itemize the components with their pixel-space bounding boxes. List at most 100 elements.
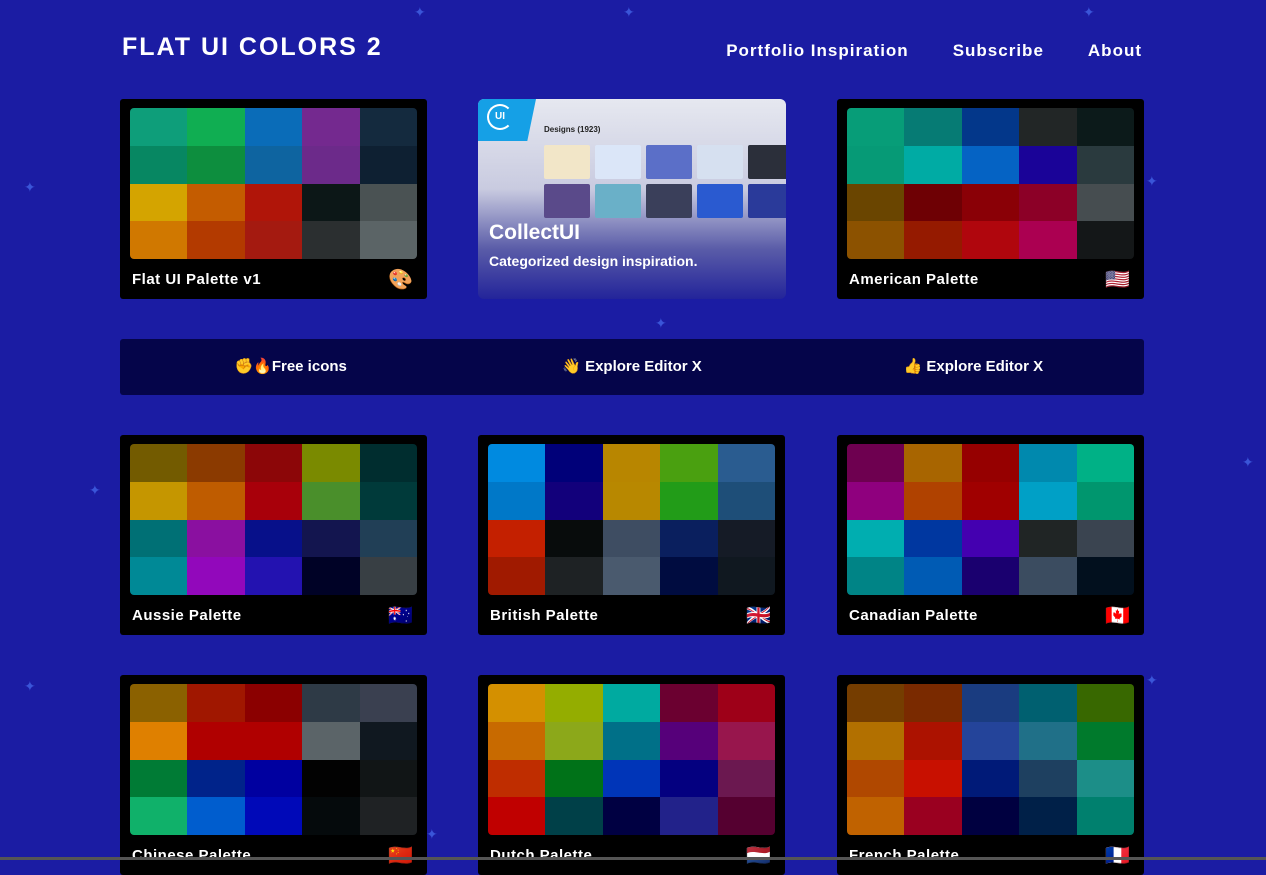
color-swatch: [961, 797, 1020, 835]
color-swatch: [130, 797, 188, 835]
color-swatch: [302, 183, 360, 222]
nav-about[interactable]: About: [1088, 41, 1142, 61]
palette-card[interactable]: Flat UI Palette v1 🎨: [120, 99, 427, 299]
color-swatch: [187, 481, 245, 520]
main-nav: Portfolio Inspiration Subscribe About: [726, 41, 1142, 61]
color-swatch: [359, 444, 417, 482]
nav-portfolio-inspiration[interactable]: Portfolio Inspiration: [726, 41, 909, 61]
color-swatch: [904, 183, 962, 222]
color-swatch: [717, 519, 775, 558]
ad-thumbnails: [544, 145, 786, 218]
star-decoration-icon: ✦: [89, 482, 101, 498]
color-swatch: [244, 183, 303, 222]
collectui-ad[interactable]: UI Designs (1923) CollectUI Categorized …: [478, 99, 786, 299]
color-swatch: [1019, 145, 1077, 184]
banner-link-editor-x[interactable]: 👋 Explore Editor X: [461, 339, 802, 395]
color-swatch: [1076, 481, 1134, 520]
palette-card[interactable]: British Palette 🇬🇧: [478, 435, 785, 635]
palette-swatches: [847, 108, 1134, 259]
palette-card[interactable]: Chinese Palette 🇨🇳: [120, 675, 427, 875]
palette-swatches: [130, 444, 417, 595]
color-swatch: [130, 519, 188, 558]
palette-flag-icon: 🇬🇧: [746, 605, 771, 627]
color-swatch: [1076, 444, 1134, 482]
ad-title: CollectUI: [489, 221, 581, 244]
star-decoration-icon: ✦: [1146, 672, 1158, 688]
color-swatch: [130, 684, 188, 722]
color-swatch: [1076, 221, 1134, 259]
color-swatch: [847, 519, 905, 558]
color-swatch: [602, 444, 661, 482]
collectui-logo-icon: UI: [487, 104, 513, 130]
color-swatch: [904, 557, 962, 595]
star-decoration-icon: ✦: [426, 826, 438, 842]
palette-card[interactable]: American Palette 🇺🇸: [837, 99, 1144, 299]
color-swatch: [359, 108, 417, 146]
color-swatch: [660, 519, 718, 558]
color-swatch: [904, 444, 962, 482]
color-swatch: [1076, 759, 1134, 798]
palette-name: British Palette: [490, 607, 599, 624]
color-swatch: [187, 221, 245, 259]
color-swatch: [1019, 108, 1077, 146]
color-swatch: [187, 721, 245, 760]
color-swatch: [302, 481, 360, 520]
color-swatch: [545, 481, 603, 520]
color-swatch: [302, 108, 360, 146]
color-swatch: [130, 108, 188, 146]
palette-swatches: [847, 684, 1134, 835]
palette-card[interactable]: French Palette 🇫🇷: [837, 675, 1144, 875]
color-swatch: [961, 759, 1020, 798]
palette-card[interactable]: Dutch Palette 🇳🇱: [478, 675, 785, 875]
color-swatch: [961, 108, 1020, 146]
nav-subscribe[interactable]: Subscribe: [953, 41, 1044, 61]
color-swatch: [545, 797, 603, 835]
color-swatch: [302, 221, 360, 259]
palette-card[interactable]: Aussie Palette 🇦🇺: [120, 435, 427, 635]
banner-link-free-icons[interactable]: ✊🔥Free icons: [120, 339, 461, 395]
star-decoration-icon: ✦: [24, 179, 36, 195]
color-swatch: [302, 519, 360, 558]
color-swatch: [187, 444, 245, 482]
color-swatch: [660, 684, 718, 722]
color-swatch: [130, 145, 188, 184]
color-swatch: [961, 557, 1020, 595]
color-swatch: [359, 557, 417, 595]
color-swatch: [847, 721, 905, 760]
color-swatch: [717, 721, 775, 760]
color-swatch: [961, 444, 1020, 482]
banner-link-editor-x-2[interactable]: 👍 Explore Editor X: [803, 339, 1144, 395]
color-swatch: [847, 444, 905, 482]
scrollbar[interactable]: [1262, 0, 1266, 860]
color-swatch: [847, 684, 905, 722]
color-swatch: [1076, 519, 1134, 558]
color-swatch: [359, 183, 417, 222]
color-swatch: [1019, 684, 1077, 722]
color-swatch: [359, 221, 417, 259]
color-swatch: [545, 684, 603, 722]
color-swatch: [359, 797, 417, 835]
color-swatch: [302, 145, 360, 184]
color-swatch: [130, 444, 188, 482]
color-swatch: [1076, 108, 1134, 146]
palette-name: Flat UI Palette v1: [132, 271, 262, 288]
color-swatch: [660, 721, 718, 760]
color-swatch: [904, 684, 962, 722]
palette-swatches: [488, 684, 775, 835]
palette-swatches: [847, 444, 1134, 595]
color-swatch: [488, 481, 546, 520]
color-swatch: [244, 557, 303, 595]
palette-card[interactable]: Canadian Palette 🇨🇦: [837, 435, 1144, 635]
palette-swatches: [130, 684, 417, 835]
header: FLAT UI COLORS 2 Portfolio Inspiration S…: [122, 33, 1144, 67]
color-swatch: [660, 557, 718, 595]
palette-swatches: [130, 108, 417, 259]
color-swatch: [187, 684, 245, 722]
wave-icon: 👋: [562, 358, 581, 375]
palette-flag-icon: 🎨: [388, 269, 413, 291]
site-logo[interactable]: FLAT UI COLORS 2: [122, 33, 383, 62]
star-decoration-icon: ✦: [655, 315, 667, 331]
color-swatch: [847, 481, 905, 520]
color-swatch: [1019, 481, 1077, 520]
color-swatch: [244, 684, 303, 722]
